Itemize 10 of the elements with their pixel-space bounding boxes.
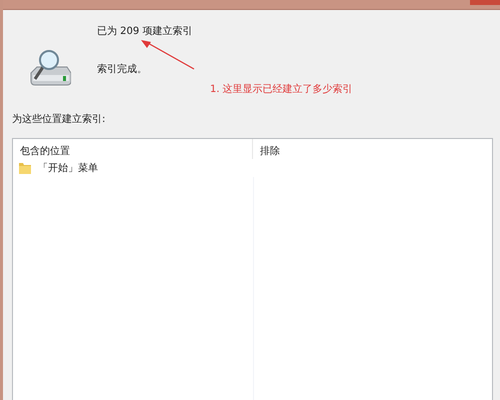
column-header[interactable]: 包含的位置 [13,139,253,159]
close-button[interactable] [470,0,500,5]
status-message: 索引完成。 [97,62,147,76]
annotation-arrow [140,39,196,71]
indexed-count-text: 已为 209 项建立索引 [97,24,192,38]
location-item[interactable]: 「开始」菜单 [38,161,98,175]
column-header[interactable]: 排除 [253,139,287,159]
folder-icon [18,161,32,175]
annotation-text: 1. 这里显示已经建立了多少索引 [210,84,353,95]
section-label: 为这些位置建立索引: [12,112,106,126]
